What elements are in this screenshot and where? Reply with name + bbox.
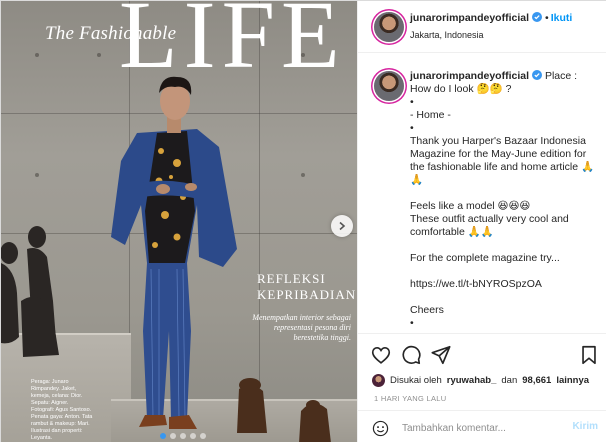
instagram-post: LIFE The Fashionable REFLEKSI KEPRIBADIA… [0, 0, 606, 442]
carousel-dot [170, 433, 176, 439]
comment-input[interactable] [402, 419, 552, 437]
carousel-dot [180, 433, 186, 439]
carousel-dot [160, 433, 166, 439]
separator: • [545, 12, 549, 24]
carousel-indicator [160, 433, 206, 439]
caption: junarorimpandeyofficial Place : How do I… [410, 70, 596, 330]
post-header: junarorimpandeyofficial • Ikuti Jakarta, I… [358, 1, 606, 53]
model-illustration [1, 76, 331, 442]
caption-username[interactable]: junarorimpandeyofficial [410, 70, 529, 82]
liked-by-middle: dan [501, 375, 518, 386]
verified-badge-icon [532, 12, 543, 22]
carousel-dot [190, 433, 196, 439]
liked-by-prefix: Disukai oleh [390, 375, 442, 386]
emoji-icon[interactable] [372, 420, 389, 437]
next-slide-button[interactable] [331, 215, 353, 237]
avatar[interactable] [374, 71, 404, 101]
comment-form: Kirim [358, 410, 606, 442]
caption-scroll-area[interactable]: junarorimpandeyofficial Place : How do I… [358, 54, 606, 333]
carousel-dot [200, 433, 206, 439]
username-link[interactable]: junarorimpandeyofficial [410, 12, 529, 24]
like-summary: Disukai oleh ryuwahab_ dan 98,661 lainny… [372, 374, 589, 387]
avatar[interactable] [374, 12, 404, 42]
caption-text: Place : How do I look 🤔🤔 ? • - Home - • … [410, 70, 595, 329]
post-comment-button[interactable]: Kirim [572, 421, 598, 432]
feature-title: REFLEKSI KEPRIBADIAN [257, 271, 357, 302]
post-details-panel: junarorimpandeyofficial • Ikuti Jakarta, I… [357, 1, 606, 442]
heart-icon[interactable] [370, 344, 392, 366]
bookmark-icon[interactable] [578, 344, 600, 366]
header-username-row: junarorimpandeyofficial • Ikuti [410, 12, 572, 24]
share-icon[interactable] [430, 344, 452, 366]
feature-subtitle: Menempatkan interior sebagai representas… [252, 313, 351, 342]
liked-by-suffix[interactable]: lainnya [556, 375, 589, 386]
comment-icon[interactable] [400, 344, 422, 366]
post-photo[interactable]: LIFE The Fashionable REFLEKSI KEPRIBADIA… [1, 1, 357, 442]
likes-count[interactable]: 98,661 [522, 375, 551, 386]
post-actions: Disukai oleh ryuwahab_ dan 98,661 lainny… [358, 333, 606, 442]
verified-badge-icon [532, 70, 543, 80]
liker-avatar[interactable] [372, 374, 385, 387]
chevron-right-icon [339, 221, 346, 231]
liked-by-user[interactable]: ryuwahab_ [447, 375, 497, 386]
photo-credits: Peraga: Junaro Rimpandey. Jaket, kemeja,… [31, 379, 93, 441]
location-link[interactable]: Jakarta, Indonesia [410, 30, 484, 40]
post-timestamp[interactable]: 1 HARI YANG LALU [374, 394, 446, 403]
follow-button[interactable]: Ikuti [551, 12, 573, 24]
